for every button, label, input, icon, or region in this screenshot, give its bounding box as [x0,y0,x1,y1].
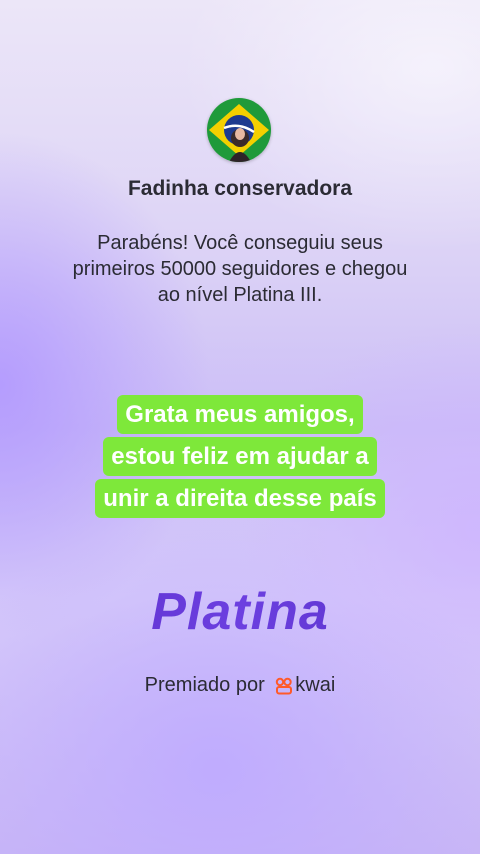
caption-box: Grata meus amigos, estou feliz em ajudar… [90,394,390,520]
sponsor-brand: kwai [295,674,336,697]
sponsor-prefix: Premiado por [144,674,265,697]
profile-avatar [207,98,271,162]
username: Fadinha conservadora [127,177,353,200]
achievement-message: Parabéns! Você conseguiu seus primeiros … [72,232,408,306]
kwai-logo-icon [276,677,293,695]
tier-label: Platina [0,582,480,642]
brazil-flag-avatar-icon [207,98,271,162]
caption-text: Grata meus amigos, estou feliz em ajudar… [95,395,385,518]
sponsor-line: Premiado por kwai [0,674,480,697]
